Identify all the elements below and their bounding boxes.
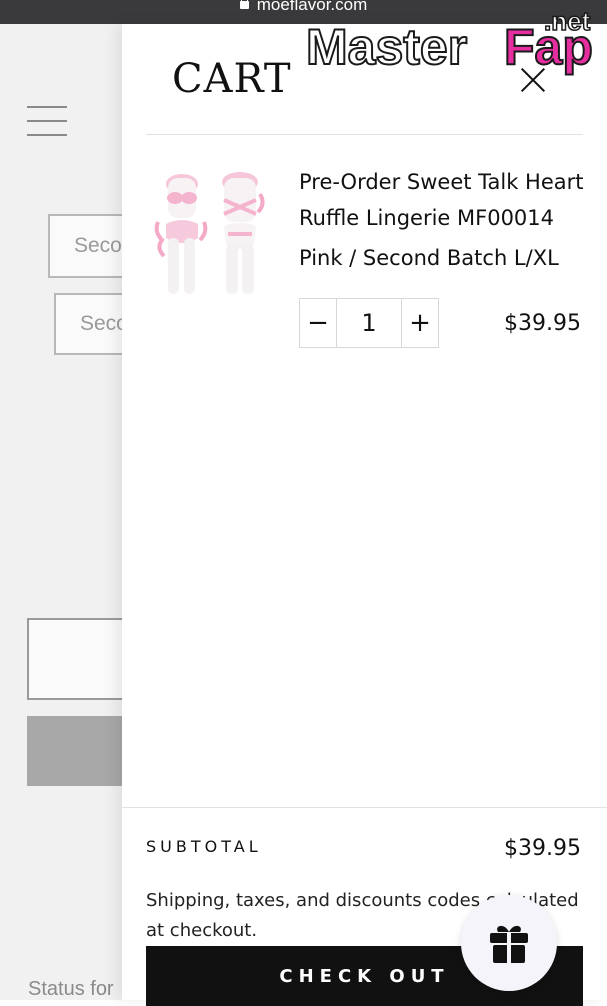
quantity-value[interactable]: 1 (336, 299, 402, 347)
minus-icon: − (307, 308, 329, 338)
product-variant: Pink / Second Batch L/XL (299, 246, 559, 270)
quantity-stepper: − 1 + (299, 298, 439, 348)
cart-title: CART (172, 56, 292, 102)
svg-text:.net: .net (544, 6, 591, 36)
decrease-quantity-button[interactable]: − (300, 299, 336, 347)
subtotal-value: $39.95 (504, 836, 581, 861)
hamburger-icon[interactable] (27, 106, 67, 136)
divider (146, 134, 583, 135)
gift-button[interactable] (461, 895, 557, 991)
cart-drawer: CART Pre-Order Sweet Talk Heart Ruffle L… (122, 24, 607, 1006)
divider (122, 807, 607, 808)
increase-quantity-button[interactable]: + (402, 299, 438, 347)
product-thumbnail[interactable] (148, 164, 274, 298)
lingerie-image (154, 172, 265, 294)
background-select-2-label: Seco (80, 312, 128, 335)
subtotal-label: SUBTOTAL (146, 837, 262, 856)
lock-icon (239, 0, 249, 9)
gift-icon (490, 925, 528, 963)
background-select-1-label: Seco (74, 234, 122, 257)
watermark-logo: Master Fap .net (305, 6, 594, 76)
item-price: $39.95 (504, 311, 581, 336)
plus-icon: + (409, 308, 431, 338)
svg-text:Master: Master (306, 19, 467, 75)
background-status-text: Status for (28, 978, 114, 1000)
product-name[interactable]: Pre-Order Sweet Talk Heart Ruffle Linger… (299, 164, 594, 236)
